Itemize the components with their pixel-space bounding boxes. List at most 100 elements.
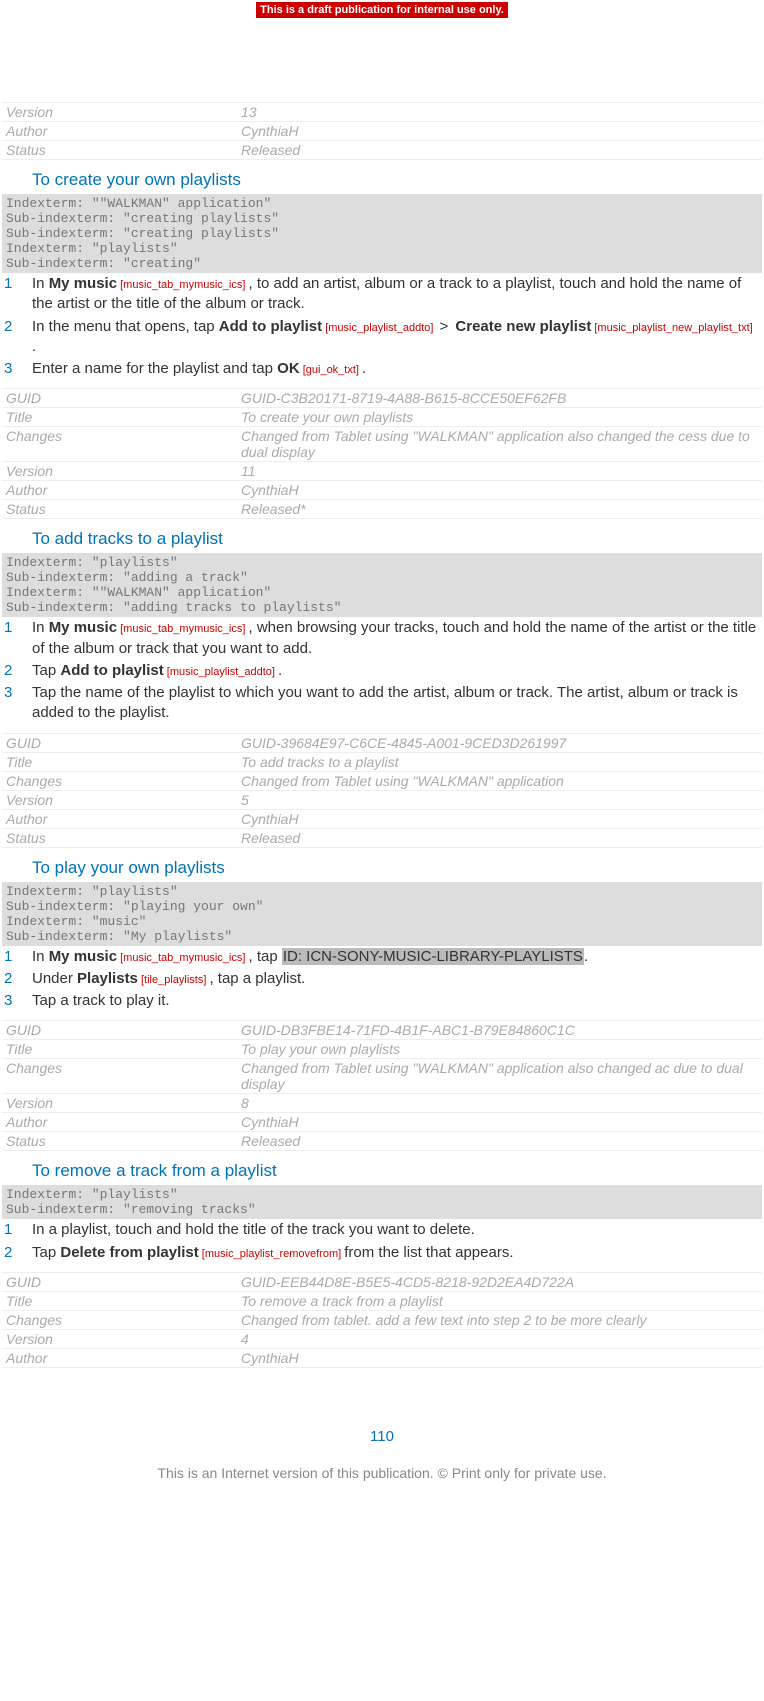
step-number: 1 [2, 947, 32, 967]
step-body: Under Playlists [tile_playlists] , tap a… [32, 969, 762, 989]
meta-table-create: GUIDGUID-C3B20171-8719-4A88-B615-8CCE50E… [2, 388, 762, 519]
meta-table-remove: GUIDGUID-EEB44D8E-B5E5-4CD5-8218-92D2EA4… [2, 1272, 762, 1368]
steps-add: 1 In My music [music_tab_mymusic_ics] , … [2, 617, 762, 724]
meta-key: GUID [2, 1021, 237, 1040]
meta-rows: GUIDGUID-EEB44D8E-B5E5-4CD5-8218-92D2EA4… [2, 1272, 762, 1367]
page-body: Version13AuthorCynthiaHStatusReleased To… [0, 18, 764, 1481]
step-number: 2 [2, 1243, 32, 1263]
meta-value: 5 [237, 790, 762, 809]
meta-table-play: GUIDGUID-DB3FBE14-71FD-4B1F-ABC1-B79E848… [2, 1020, 762, 1151]
meta-rows: GUIDGUID-DB3FBE14-71FD-4B1F-ABC1-B79E848… [2, 1021, 762, 1151]
meta-key: Author [2, 122, 237, 141]
meta-value: CynthiaH [237, 1348, 762, 1367]
draft-banner: This is a draft publication for internal… [256, 2, 508, 18]
meta-key: Changes [2, 1059, 237, 1094]
meta-key: Version [2, 103, 237, 122]
section-heading-remove: To remove a track from a playlist [32, 1161, 762, 1181]
indexterm-remove: Indexterm: "playlists" Sub-indexterm: "r… [2, 1185, 762, 1219]
ui-delete-from-playlist: Delete from playlist [60, 1244, 198, 1261]
meta-value: 4 [237, 1329, 762, 1348]
meta-value: Changed from Tablet using "WALKMAN" appl… [237, 427, 762, 462]
keyref: [music_tab_mymusic_ics] [117, 952, 248, 964]
steps-create: 1 In My music [music_tab_mymusic_ics] , … [2, 273, 762, 380]
step-body: In My music [music_tab_mymusic_ics] , to… [32, 274, 762, 315]
step-number: 1 [2, 1220, 32, 1240]
ui-create-new-playlist: Create new playlist [455, 318, 591, 335]
step-number: 1 [2, 274, 32, 315]
meta-value: CynthiaH [237, 809, 762, 828]
meta-value: GUID-EEB44D8E-B5E5-4CD5-8218-92D2EA4D722… [237, 1272, 762, 1291]
meta-key: Status [2, 500, 237, 519]
meta-key: Changes [2, 427, 237, 462]
ui-my-music: My music [49, 619, 117, 636]
steps-remove: 1 In a playlist, touch and hold the titl… [2, 1219, 762, 1264]
meta-value: CynthiaH [237, 122, 762, 141]
meta-value: Released [237, 1132, 762, 1151]
steps-play: 1 In My music [music_tab_mymusic_ics] , … [2, 946, 762, 1013]
top-meta-table: Version13AuthorCynthiaHStatusReleased [2, 102, 762, 160]
ui-my-music: My music [49, 948, 117, 965]
icon-placeholder: ID: ICN-SONY-MUSIC-LIBRARY-PLAYLISTS [282, 948, 584, 965]
meta-key: Author [2, 481, 237, 500]
step-number: 2 [2, 317, 32, 358]
step-body: In My music [music_tab_mymusic_ics] , wh… [32, 618, 762, 659]
step-number: 2 [2, 661, 32, 681]
keyref: [music_tab_mymusic_ics] [117, 623, 248, 635]
meta-value: GUID-DB3FBE14-71FD-4B1F-ABC1-B79E84860C1… [237, 1021, 762, 1040]
step-number: 1 [2, 618, 32, 659]
meta-key: GUID [2, 389, 237, 408]
keyref: [tile_playlists] [138, 974, 210, 986]
meta-value: Changed from tablet. add a few text into… [237, 1310, 762, 1329]
meta-key: Status [2, 141, 237, 160]
indexterm-add: Indexterm: "playlists" Sub-indexterm: "a… [2, 553, 762, 617]
keyref: [gui_ok_txt] [300, 364, 362, 376]
ui-ok: OK [277, 360, 300, 377]
meta-key: Changes [2, 1310, 237, 1329]
ui-playlists: Playlists [77, 970, 138, 987]
meta-key: Title [2, 1291, 237, 1310]
meta-key: Title [2, 1040, 237, 1059]
meta-value: Released [237, 828, 762, 847]
meta-key: Version [2, 1329, 237, 1348]
step-body: Tap Add to playlist [music_playlist_addt… [32, 661, 762, 681]
meta-key: Version [2, 462, 237, 481]
meta-key: GUID [2, 1272, 237, 1291]
meta-value: 11 [237, 462, 762, 481]
keyref: [music_tab_mymusic_ics] [117, 279, 248, 291]
meta-key: Changes [2, 771, 237, 790]
meta-key: Author [2, 809, 237, 828]
step-number: 2 [2, 969, 32, 989]
meta-key: GUID [2, 733, 237, 752]
meta-rows: Version13AuthorCynthiaHStatusReleased [2, 103, 762, 160]
meta-value: 8 [237, 1094, 762, 1113]
section-heading-add: To add tracks to a playlist [32, 529, 762, 549]
indexterm-play: Indexterm: "playlists" Sub-indexterm: "p… [2, 882, 762, 946]
keyref: [music_playlist_new_playlist_txt] [591, 322, 752, 334]
ui-add-to-playlist: Add to playlist [60, 662, 163, 679]
ui-add-to-playlist: Add to playlist [219, 318, 322, 335]
meta-key: Author [2, 1348, 237, 1367]
step-body: Enter a name for the playlist and tap OK… [32, 359, 762, 379]
keyref: [music_playlist_addto] [322, 322, 436, 334]
step-body: In the menu that opens, tap Add to playl… [32, 317, 762, 358]
section-heading-create: To create your own playlists [32, 170, 762, 190]
meta-key: Version [2, 790, 237, 809]
meta-key: Version [2, 1094, 237, 1113]
step-number: 3 [2, 991, 32, 1011]
meta-value: GUID-39684E97-C6CE-4845-A001-9CED3D26199… [237, 733, 762, 752]
meta-value: Changed from Tablet using "WALKMAN" appl… [237, 1059, 762, 1094]
meta-value: CynthiaH [237, 1113, 762, 1132]
step-body: Tap the name of the playlist to which yo… [32, 683, 762, 724]
step-body: Tap Delete from playlist [music_playlist… [32, 1243, 762, 1263]
meta-value: GUID-C3B20171-8719-4A88-B615-8CCE50EF62F… [237, 389, 762, 408]
keyref: [music_playlist_addto] [164, 666, 278, 678]
meta-key: Status [2, 1132, 237, 1151]
meta-value: CynthiaH [237, 481, 762, 500]
meta-value: 13 [237, 103, 762, 122]
meta-table-add: GUIDGUID-39684E97-C6CE-4845-A001-9CED3D2… [2, 733, 762, 848]
meta-key: Status [2, 828, 237, 847]
keyref: [music_playlist_removefrom] [199, 1248, 345, 1260]
ui-my-music: My music [49, 275, 117, 292]
footer-text: This is an Internet version of this publ… [2, 1465, 762, 1481]
meta-rows: GUIDGUID-39684E97-C6CE-4845-A001-9CED3D2… [2, 733, 762, 847]
